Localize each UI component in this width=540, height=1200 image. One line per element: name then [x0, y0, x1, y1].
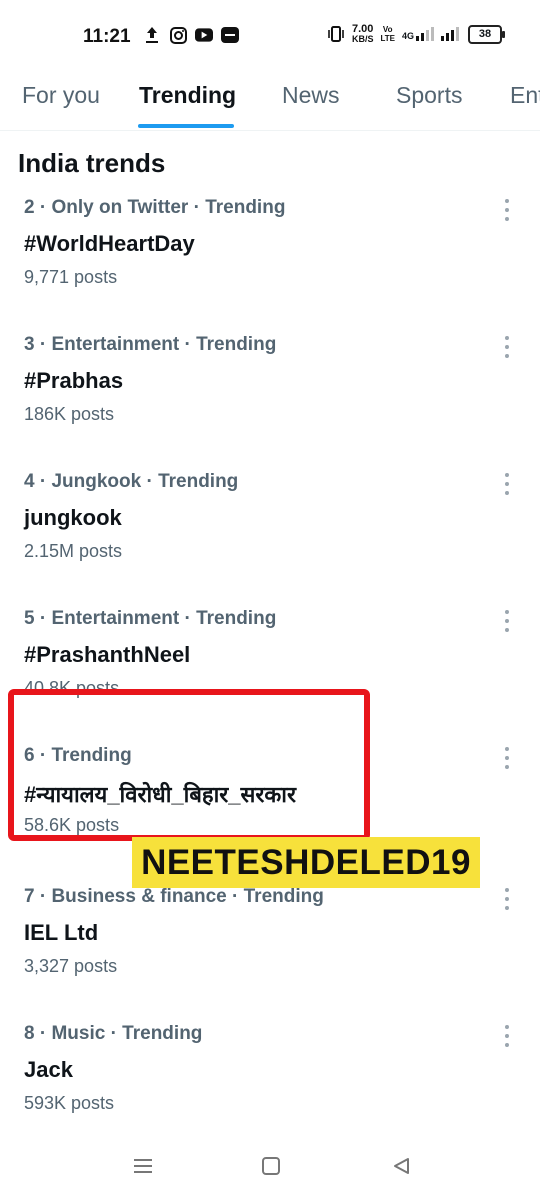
more-vertical-icon[interactable]: [500, 334, 514, 360]
highlight-box: [8, 689, 370, 841]
upload-icon: [143, 26, 161, 44]
net-speed: 7.00 KB/S: [352, 24, 374, 44]
trend-name: #PrashanthNeel: [24, 642, 191, 667]
watermark-label: NEETESHDELED19: [132, 837, 480, 888]
trend-item[interactable]: 2 · Only on Twitter · Trending #WorldHea…: [24, 197, 514, 307]
trend-meta: 4 · Jungkook · Trending: [24, 471, 239, 492]
youtube-icon: [195, 26, 213, 44]
net-speed-unit: KB/S: [351, 34, 374, 44]
trend-item[interactable]: 4 · Jungkook · Trending jungkook 2.15M p…: [24, 471, 514, 581]
section-title: India trends: [18, 148, 166, 178]
volte-bottom: LTE: [380, 34, 395, 43]
trend-post-count: 593K posts: [24, 1093, 115, 1113]
signal-icon: [441, 27, 459, 41]
status-system-icons: 7.00 KB/S Vo LTE 4G 38: [327, 24, 505, 44]
volte-top: Vo: [382, 25, 393, 34]
trend-name: #Prabhas: [24, 368, 124, 393]
signal-icon: [416, 27, 434, 41]
trend-name: Jack: [24, 1057, 73, 1082]
trend-meta: 5 · Entertainment · Trending: [24, 608, 277, 629]
home-square-icon[interactable]: [259, 1154, 283, 1178]
more-vertical-icon[interactable]: [500, 886, 514, 912]
battery-indicator: 38: [468, 24, 505, 44]
android-nav-bar: [0, 1132, 540, 1200]
trend-item[interactable]: 8 · Music · Trending Jack 593K posts: [24, 1023, 514, 1133]
trend-item[interactable]: 7 · Business & finance · Trending IEL Lt…: [24, 886, 514, 996]
explore-tabs: For you Trending News Sports Ent: [0, 72, 540, 131]
more-vertical-icon[interactable]: [500, 745, 514, 771]
more-vertical-icon[interactable]: [500, 608, 514, 634]
trend-post-count: 186K posts: [24, 404, 115, 424]
tab-for-you[interactable]: For you: [22, 82, 100, 109]
tab-trending[interactable]: Trending: [139, 82, 236, 109]
trend-name: #WorldHeartDay: [24, 231, 195, 256]
trend-post-count: 2.15M posts: [24, 541, 123, 561]
tab-sports[interactable]: Sports: [396, 82, 462, 109]
more-vertical-icon[interactable]: [500, 1023, 514, 1049]
status-notification-icons: [143, 26, 239, 44]
volte-indicator: Vo LTE: [380, 25, 395, 43]
network-signal: 4G: [402, 27, 434, 41]
trend-name: jungkook: [24, 505, 122, 530]
trend-name: IEL Ltd: [24, 920, 99, 945]
trend-meta: 7 · Business & finance · Trending: [24, 886, 324, 907]
vibrate-icon: [327, 25, 345, 43]
active-tab-indicator: [138, 124, 234, 128]
trend-post-count: 9,771 posts: [24, 267, 118, 287]
menu-icon[interactable]: [131, 1154, 155, 1178]
status-bar: 11:21 7.00 KB/S Vo LTE 4G 38: [0, 0, 540, 72]
more-vertical-icon[interactable]: [500, 197, 514, 223]
app-icon: [221, 26, 239, 44]
more-vertical-icon[interactable]: [500, 471, 514, 497]
back-triangle-icon[interactable]: [389, 1154, 413, 1178]
trend-meta: 3 · Entertainment · Trending: [24, 334, 277, 355]
trend-meta: 2 · Only on Twitter · Trending: [24, 197, 286, 218]
status-time: 11:21: [83, 26, 131, 47]
network-type: 4G: [401, 31, 414, 41]
trend-post-count: 3,327 posts: [24, 956, 118, 976]
instagram-icon: [169, 26, 187, 44]
tab-news[interactable]: News: [282, 82, 340, 109]
trend-item[interactable]: 3 · Entertainment · Trending #Prabhas 18…: [24, 334, 514, 444]
trend-meta: 8 · Music · Trending: [24, 1023, 203, 1044]
tab-entertainment[interactable]: Ent: [510, 82, 540, 109]
